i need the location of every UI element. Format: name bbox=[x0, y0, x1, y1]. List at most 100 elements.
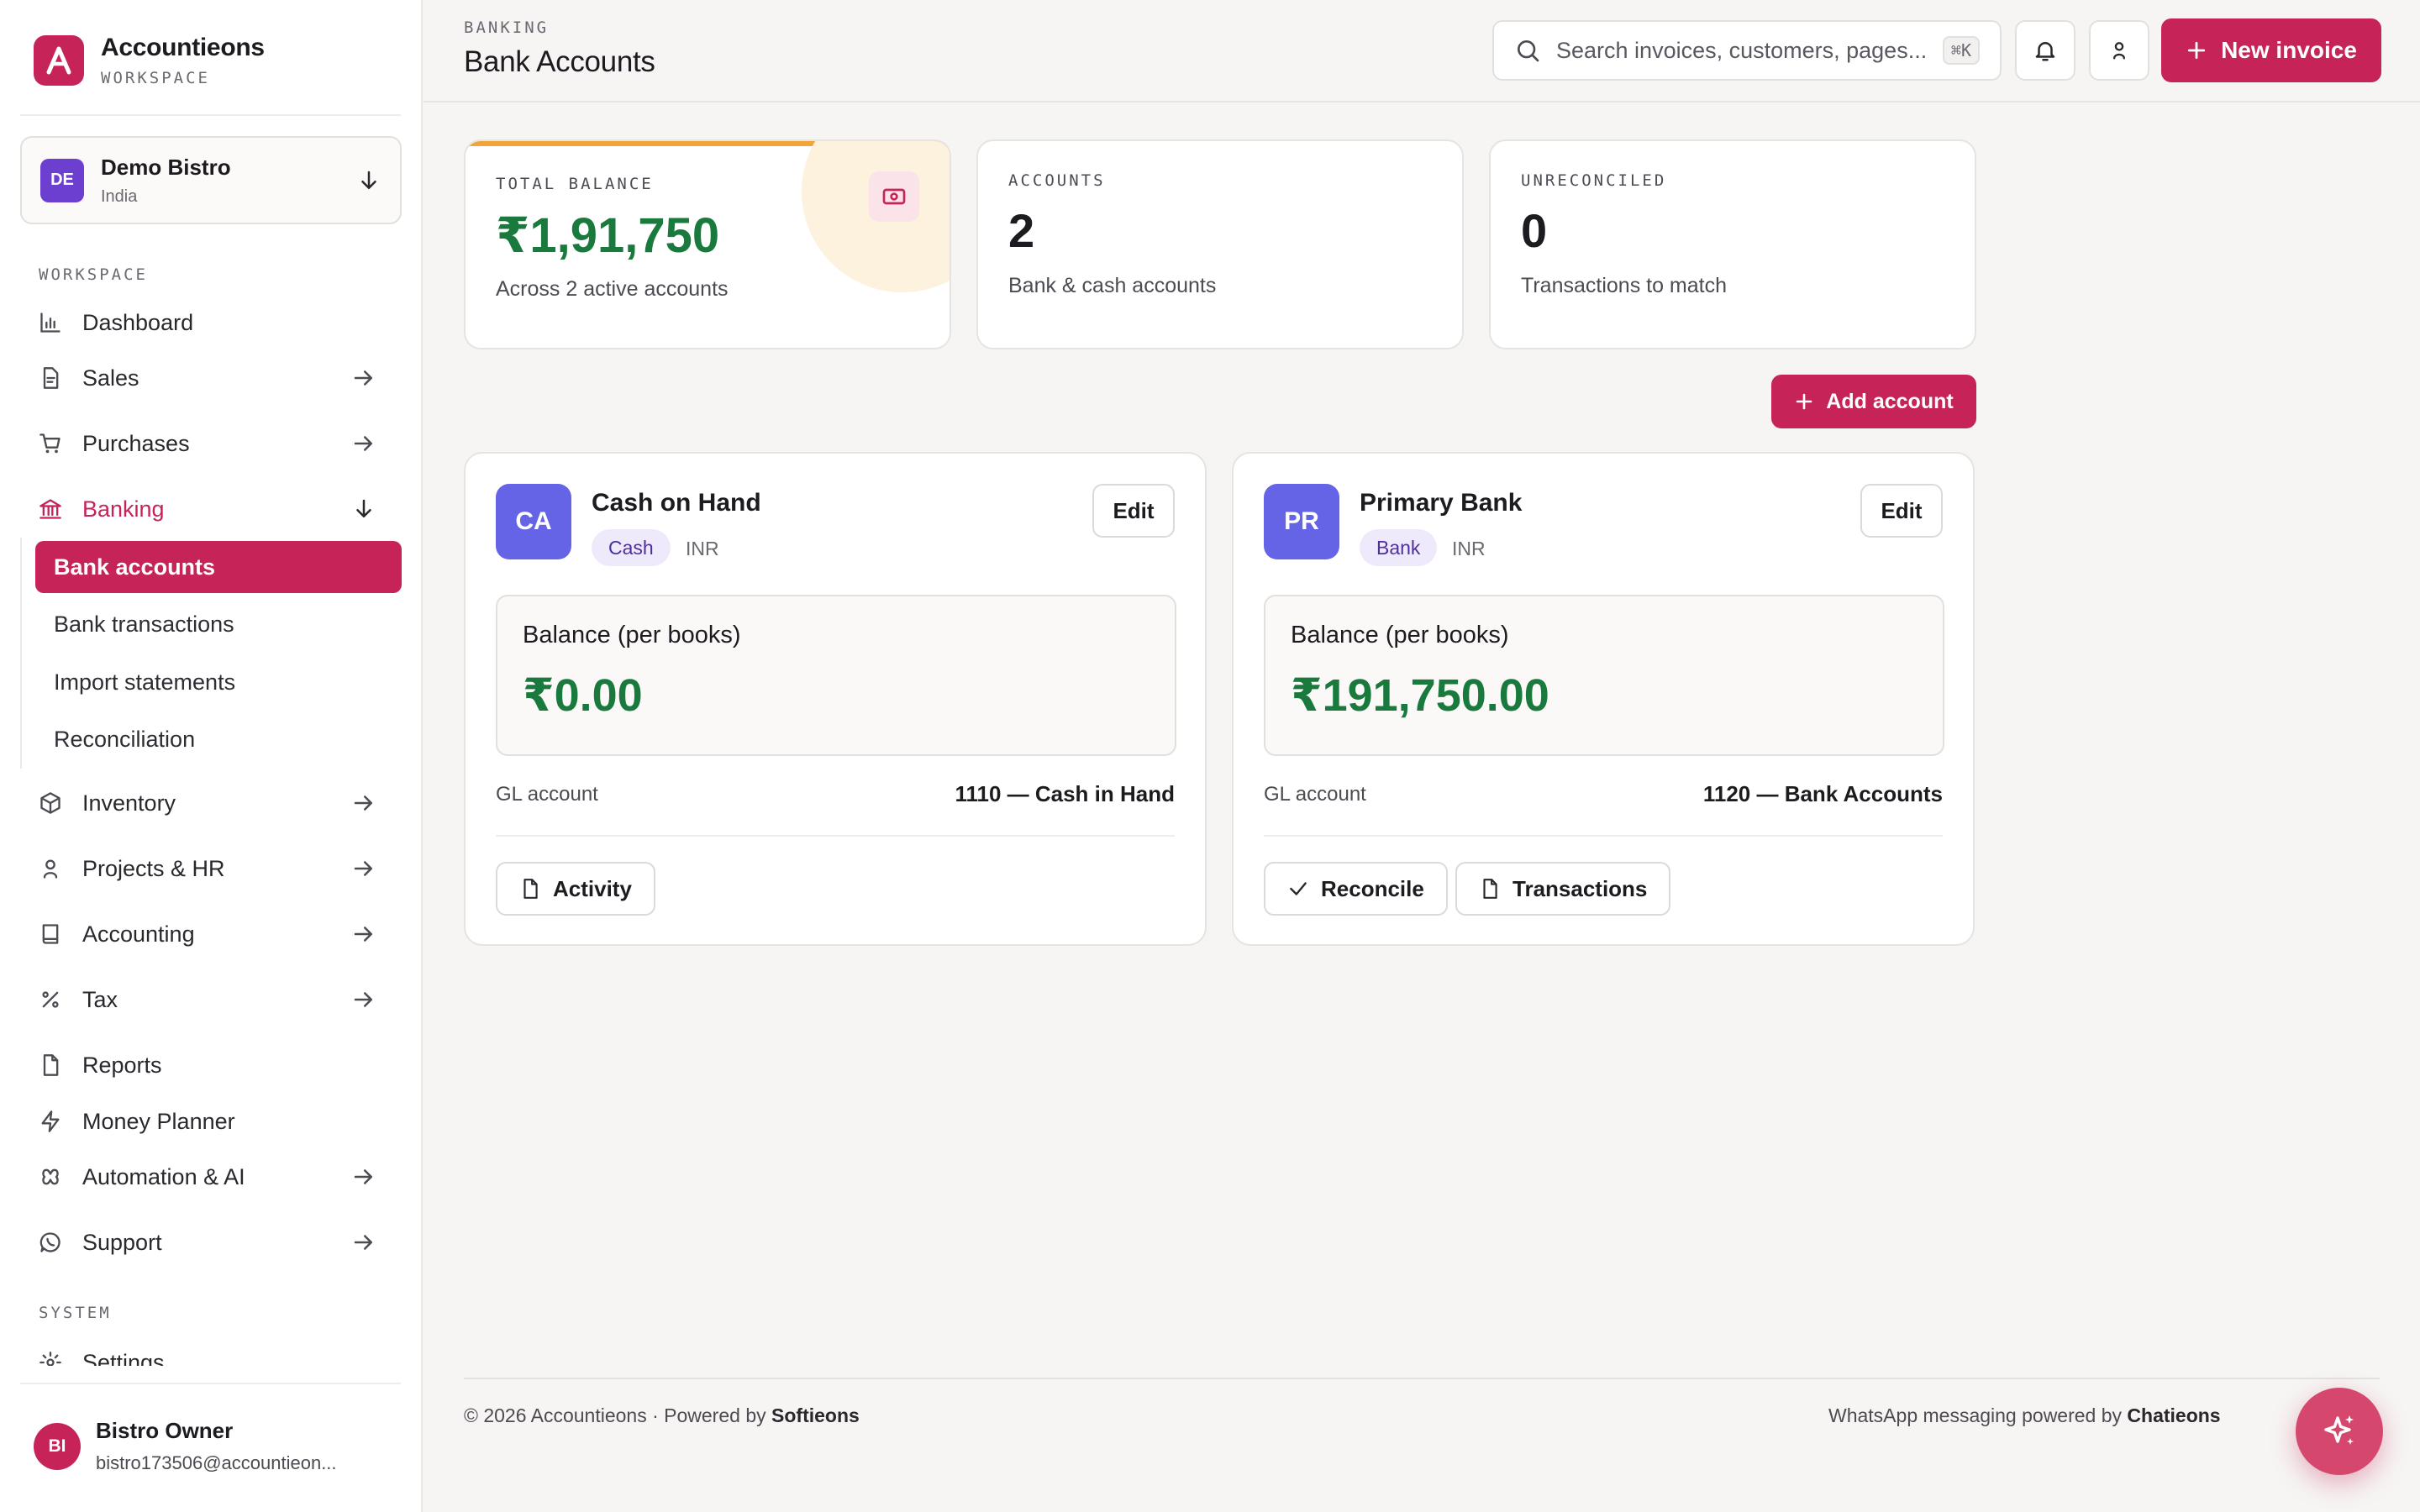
search-input[interactable] bbox=[1556, 37, 1943, 64]
chatieons-link[interactable]: Chatieons bbox=[2127, 1404, 2220, 1426]
profile-button[interactable] bbox=[2089, 20, 2149, 81]
balance-box: Balance (per books) ₹0.00 bbox=[496, 595, 1176, 756]
gear-icon bbox=[37, 1349, 64, 1366]
ai-assistant-button[interactable] bbox=[2296, 1388, 2383, 1475]
balance-box: Balance (per books) ₹191,750.00 bbox=[1264, 595, 1944, 756]
sidebar-item-label: Sales bbox=[82, 365, 139, 391]
document-icon bbox=[1483, 879, 1497, 899]
check-icon bbox=[1290, 882, 1307, 895]
copyright-text: © 2026 Accountieons · Powered by bbox=[464, 1404, 772, 1426]
sidebar-subitem-bank-transactions[interactable]: Bank transactions bbox=[35, 598, 402, 650]
sidebar-item-label: Banking bbox=[82, 496, 165, 522]
app-logo bbox=[34, 35, 84, 86]
brand[interactable]: Accountieons WORKSPACE bbox=[34, 34, 265, 87]
sidebar-subitem-bank-accounts[interactable]: Bank accounts bbox=[35, 541, 402, 593]
gl-account-value: 1110 — Cash in Hand bbox=[955, 781, 1175, 806]
sidebar-item-label: Inventory bbox=[82, 790, 176, 816]
balance-value: ₹0.00 bbox=[523, 670, 643, 721]
stat-subtext: Across 2 active accounts bbox=[496, 277, 729, 301]
page-title: Bank Accounts bbox=[464, 45, 655, 78]
cart-icon bbox=[37, 430, 64, 457]
account-currency: INR bbox=[686, 538, 719, 559]
sidebar-item-purchases[interactable]: Purchases bbox=[37, 420, 390, 467]
bar-chart-icon bbox=[37, 309, 64, 336]
arrow-right-icon bbox=[354, 370, 372, 386]
automation-icon bbox=[37, 1163, 64, 1190]
account-avatar: PR bbox=[1264, 484, 1339, 559]
transactions-button[interactable]: Transactions bbox=[1455, 862, 1671, 916]
sidebar-item-dashboard[interactable]: Dashboard bbox=[37, 299, 390, 346]
stat-card-total-balance: TOTAL BALANCE ₹1,91,750 Across 2 active … bbox=[464, 139, 951, 349]
account-card-primary-bank: PR Primary Bank Bank INR Edit Balance (p… bbox=[1232, 452, 1975, 946]
sidebar-subitem-import-statements[interactable]: Import statements bbox=[35, 656, 402, 708]
divider bbox=[1264, 835, 1943, 837]
top-header: BANKING Bank Accounts ⌘K New invoice bbox=[424, 0, 2420, 102]
footer-divider bbox=[464, 1378, 2380, 1379]
cash-icon bbox=[869, 171, 919, 222]
plus-icon bbox=[2188, 41, 2206, 60]
arrow-down-icon bbox=[361, 171, 376, 189]
search-box[interactable]: ⌘K bbox=[1492, 20, 2002, 81]
sidebar-item-label: Dashboard bbox=[82, 309, 194, 335]
section-workspace-label: WORKSPACE bbox=[39, 265, 148, 284]
sidebar-item-support[interactable]: Support bbox=[37, 1219, 390, 1266]
stat-value: ₹1,91,750 bbox=[496, 208, 720, 263]
divider bbox=[496, 835, 1175, 837]
balance-label: Balance (per books) bbox=[523, 622, 741, 648]
sidebar-item-inventory[interactable]: Inventory bbox=[37, 780, 390, 827]
breadcrumb[interactable]: BANKING bbox=[464, 18, 549, 37]
powered-by-link[interactable]: Softieons bbox=[771, 1404, 860, 1426]
account-currency: INR bbox=[1452, 538, 1486, 559]
footer-copyright: © 2026 Accountieons · Powered by Softieo… bbox=[464, 1404, 860, 1427]
arrow-right-icon bbox=[354, 927, 372, 942]
sidebar-item-money-planner[interactable]: Money Planner bbox=[37, 1098, 390, 1145]
book-icon bbox=[37, 921, 64, 948]
account-name: Primary Bank bbox=[1360, 489, 1523, 517]
reconcile-label: Reconcile bbox=[1321, 875, 1424, 901]
transactions-label: Transactions bbox=[1512, 875, 1648, 901]
stat-card-unreconciled: UNRECONCILED 0 Transactions to match bbox=[1489, 139, 1976, 349]
sidebar-item-tax[interactable]: Tax bbox=[37, 976, 390, 1023]
org-avatar: DE bbox=[40, 158, 84, 202]
stat-subtext: Transactions to match bbox=[1521, 274, 1728, 297]
sidebar-item-automation-ai[interactable]: Automation & AI bbox=[37, 1153, 390, 1200]
stat-label: ACCOUNTS bbox=[1008, 171, 1106, 190]
new-invoice-button[interactable]: New invoice bbox=[2161, 18, 2381, 82]
sidebar-item-banking[interactable]: Banking bbox=[37, 486, 390, 533]
whatsapp-icon bbox=[37, 1229, 64, 1256]
sidebar-item-label: Settings bbox=[82, 1349, 165, 1367]
gl-account-value: 1120 — Bank Accounts bbox=[1702, 781, 1943, 806]
stat-label: UNRECONCILED bbox=[1521, 171, 1667, 190]
edit-button[interactable]: Edit bbox=[1092, 484, 1175, 538]
arrow-right-icon bbox=[354, 992, 372, 1007]
document-icon bbox=[523, 879, 538, 899]
box-icon bbox=[37, 790, 64, 816]
sidebar-item-label: Reports bbox=[82, 1052, 162, 1078]
org-switcher[interactable]: DE Demo Bistro India bbox=[20, 136, 402, 224]
user-email: bistro173506@accountieon... bbox=[96, 1452, 337, 1473]
lightning-icon bbox=[37, 1108, 64, 1135]
add-account-button[interactable]: Add account bbox=[1771, 375, 1976, 428]
org-country: India bbox=[101, 186, 138, 206]
sidebar-item-reports[interactable]: Reports bbox=[37, 1042, 390, 1089]
account-avatar: CA bbox=[496, 484, 571, 559]
balance-value: ₹191,750.00 bbox=[1291, 670, 1549, 721]
user-profile[interactable]: BI Bistro Owner bistro173506@accountieon… bbox=[34, 1418, 337, 1474]
edit-button[interactable]: Edit bbox=[1860, 484, 1943, 538]
activity-button[interactable]: Activity bbox=[496, 862, 655, 916]
person-icon bbox=[2113, 42, 2125, 60]
reconcile-button[interactable]: Reconcile bbox=[1264, 862, 1448, 916]
percent-icon bbox=[37, 986, 64, 1013]
sidebar-item-projects-hr[interactable]: Projects & HR bbox=[37, 845, 390, 892]
org-name: Demo Bistro bbox=[101, 154, 231, 180]
sidebar-item-label: Money Planner bbox=[82, 1108, 235, 1134]
notifications-button[interactable] bbox=[2015, 20, 2075, 81]
sidebar-item-accounting[interactable]: Accounting bbox=[37, 911, 390, 958]
sidebar-item-sales[interactable]: Sales bbox=[37, 354, 390, 402]
arrow-right-icon bbox=[354, 861, 372, 876]
arrow-right-icon bbox=[354, 1235, 372, 1250]
sidebar-item-label: Support bbox=[82, 1229, 162, 1255]
sidebar-item-label: Accounting bbox=[82, 921, 195, 947]
sidebar-subitem-reconciliation[interactable]: Reconciliation bbox=[35, 713, 402, 765]
sidebar-item-settings[interactable]: Settings bbox=[37, 1339, 390, 1366]
